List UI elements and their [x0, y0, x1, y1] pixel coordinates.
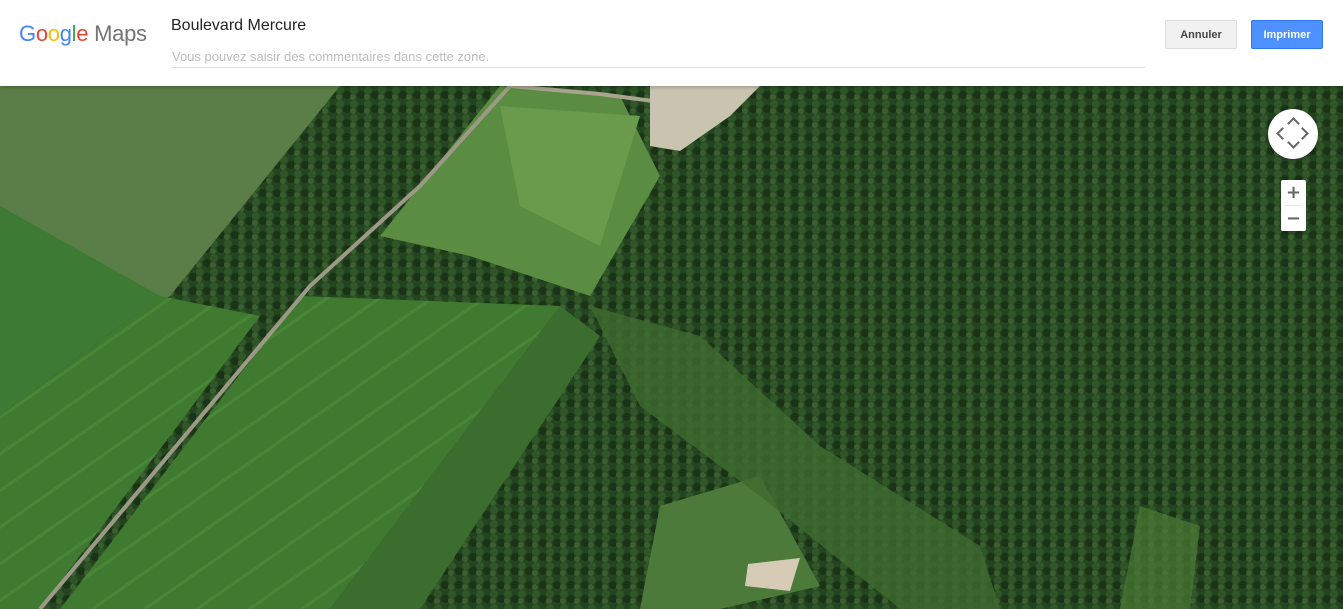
print-button[interactable]: Imprimer: [1251, 20, 1323, 49]
zoom-control: + −: [1281, 180, 1306, 231]
google-maps-logo: Google Maps: [19, 21, 147, 46]
cancel-button[interactable]: Annuler: [1165, 20, 1237, 49]
logo-maps-text: Maps: [94, 21, 147, 46]
zoom-out-icon[interactable]: −: [1281, 206, 1306, 231]
page-title: Boulevard Mercure: [171, 17, 307, 34]
comment-input[interactable]: [171, 45, 1145, 68]
print-header: GoogleMaps Boulevard Mercure Annuler Imp…: [0, 0, 1343, 86]
pan-left-icon[interactable]: [1276, 127, 1289, 140]
satellite-imagery: [0, 86, 1343, 609]
pan-up-icon[interactable]: [1287, 117, 1300, 130]
satellite-map[interactable]: [0, 86, 1343, 609]
pan-down-icon[interactable]: [1287, 136, 1300, 149]
pan-control-icon[interactable]: [1268, 109, 1318, 159]
pan-right-icon[interactable]: [1296, 127, 1309, 140]
zoom-in-icon[interactable]: +: [1281, 180, 1306, 205]
